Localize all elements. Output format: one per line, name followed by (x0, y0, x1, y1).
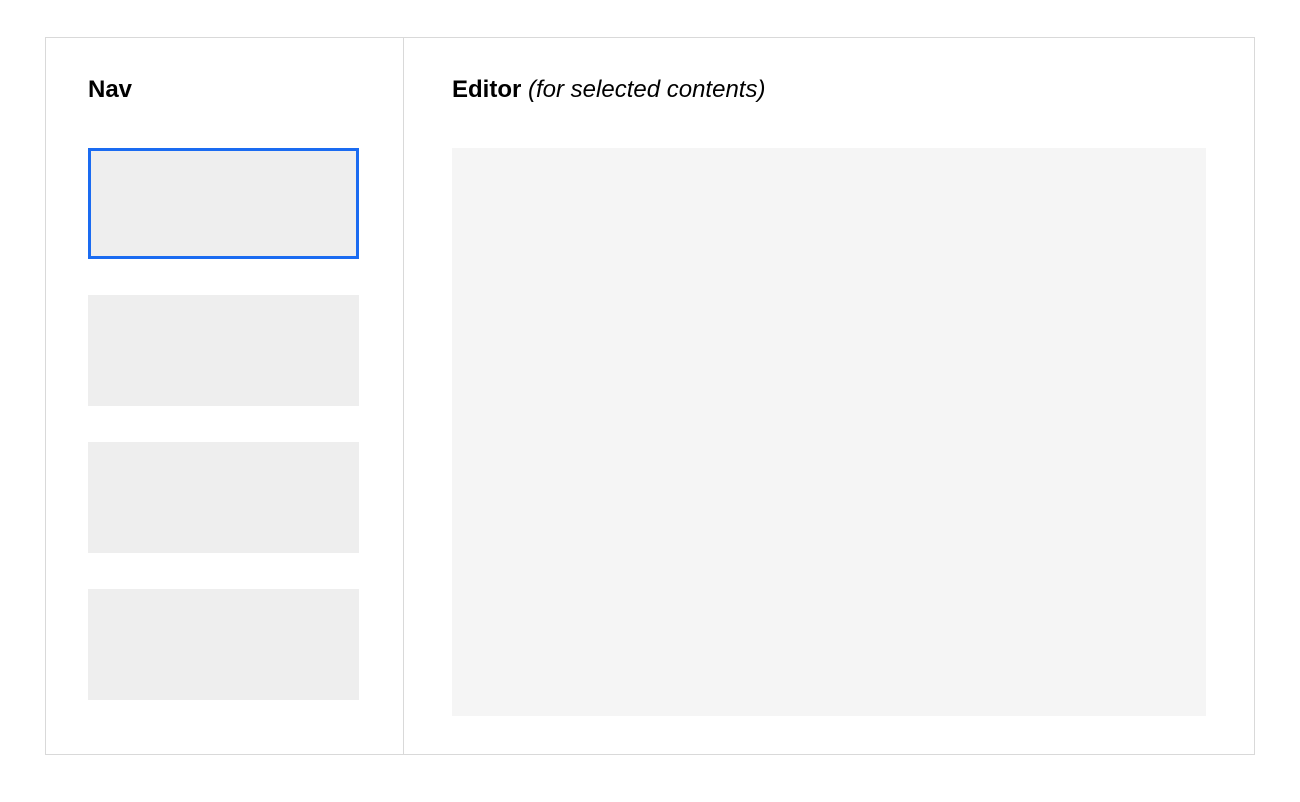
nav-title: Nav (88, 76, 361, 104)
app-container: Nav Editor (for selected contents) (45, 37, 1255, 755)
nav-item-2[interactable] (88, 295, 359, 406)
editor-canvas[interactable] (452, 148, 1206, 716)
nav-items-list (88, 148, 361, 700)
nav-item-1[interactable] (88, 148, 359, 259)
nav-panel: Nav (46, 38, 404, 754)
editor-title: Editor (for selected contents) (452, 76, 1206, 104)
editor-panel: Editor (for selected contents) (404, 38, 1254, 754)
nav-item-4[interactable] (88, 589, 359, 700)
editor-title-subtitle: (for selected contents) (528, 76, 765, 103)
editor-title-main: Editor (452, 76, 528, 103)
nav-item-3[interactable] (88, 442, 359, 553)
